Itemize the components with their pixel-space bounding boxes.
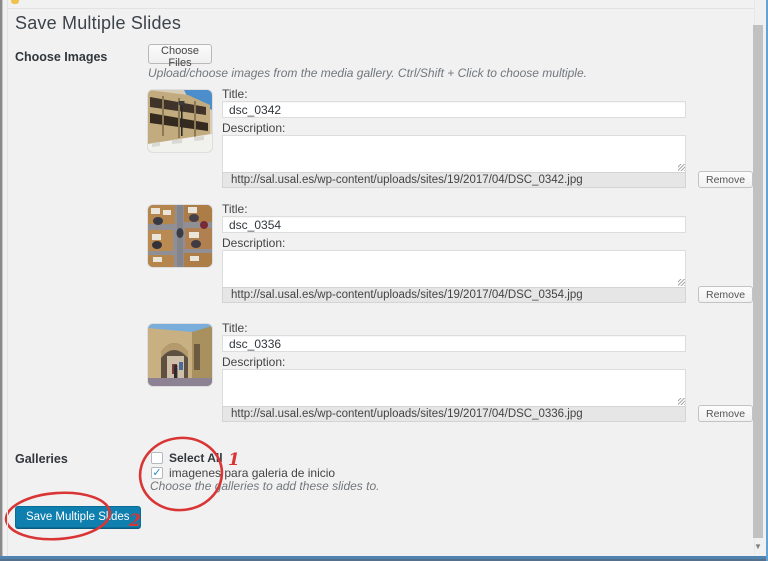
slide-entry-1: Title: Description: http://sal.usal.es/w… (148, 88, 748, 192)
slide-title-input[interactable] (222, 101, 686, 118)
title-label: Title: (222, 322, 686, 334)
textarea-resize-grip-icon[interactable] (678, 164, 685, 171)
slide-url-readout: http://sal.usal.es/wp-content/uploads/si… (222, 406, 686, 422)
upload-hint-text: Upload/choose images from the media gall… (148, 66, 587, 80)
select-all-row: Select All (151, 451, 223, 465)
select-all-checkbox[interactable] (151, 452, 163, 464)
select-all-label: Select All (169, 451, 223, 465)
top-border-remnant (8, 8, 768, 9)
slide-description-textarea[interactable] (222, 250, 686, 289)
title-label: Title: (222, 203, 686, 215)
vertical-scrollbar-thumb[interactable] (753, 25, 763, 538)
slide-title-input[interactable] (222, 216, 686, 233)
textarea-resize-grip-icon[interactable] (678, 398, 685, 405)
remove-slide-button[interactable]: Remove (698, 286, 753, 303)
slide-url-readout: http://sal.usal.es/wp-content/uploads/si… (222, 172, 686, 188)
description-label: Description: (222, 122, 686, 134)
choose-files-button[interactable]: Choose Files (148, 44, 212, 64)
favicon-remnant-icon (11, 0, 19, 4)
remove-slide-button[interactable]: Remove (698, 405, 753, 422)
slide-entry-3: Title: Description: http://sal.usal.es/w… (148, 322, 748, 426)
window-left-edge-highlight (2, 0, 3, 561)
gallery-option-row: ✓ imagenes para galeria de inicio (151, 466, 335, 480)
page-title: Save Multiple Slides (15, 13, 181, 34)
description-label: Description: (222, 237, 686, 249)
gallery-option-label: imagenes para galeria de inicio (169, 466, 335, 480)
content-left-divider (7, 0, 8, 561)
title-label: Title: (222, 88, 686, 100)
galleries-label: Galleries (15, 452, 68, 466)
slide-description-textarea[interactable] (222, 135, 686, 174)
vertical-scrollbar-track[interactable]: ▼ (754, 0, 766, 554)
choose-images-label: Choose Images (15, 50, 107, 64)
description-label: Description: (222, 356, 686, 368)
thumbnail-stone-archway-icon (148, 324, 212, 386)
gallery-option-checkbox-checked[interactable]: ✓ (151, 467, 163, 479)
scrollbar-down-arrow-icon[interactable]: ▼ (753, 541, 763, 553)
slide-description-textarea[interactable] (222, 369, 686, 408)
save-multiple-slides-button[interactable]: Save Multiple Slides (15, 506, 141, 528)
galleries-hint-text: Choose the galleries to add these slides… (150, 479, 379, 493)
save-multiple-slides-page: Save Multiple Slides Choose Images Choos… (0, 0, 768, 561)
slide-url-readout: http://sal.usal.es/wp-content/uploads/si… (222, 287, 686, 303)
textarea-resize-grip-icon[interactable] (678, 279, 685, 286)
slide-title-input[interactable] (222, 335, 686, 352)
thumbnail-building-facade-icon (148, 90, 212, 152)
remove-slide-button[interactable]: Remove (698, 171, 753, 188)
thumbnail-library-overhead-icon (148, 205, 212, 267)
slide-entry-2: Title: Description: http://sal.usal.es/w… (148, 203, 748, 307)
